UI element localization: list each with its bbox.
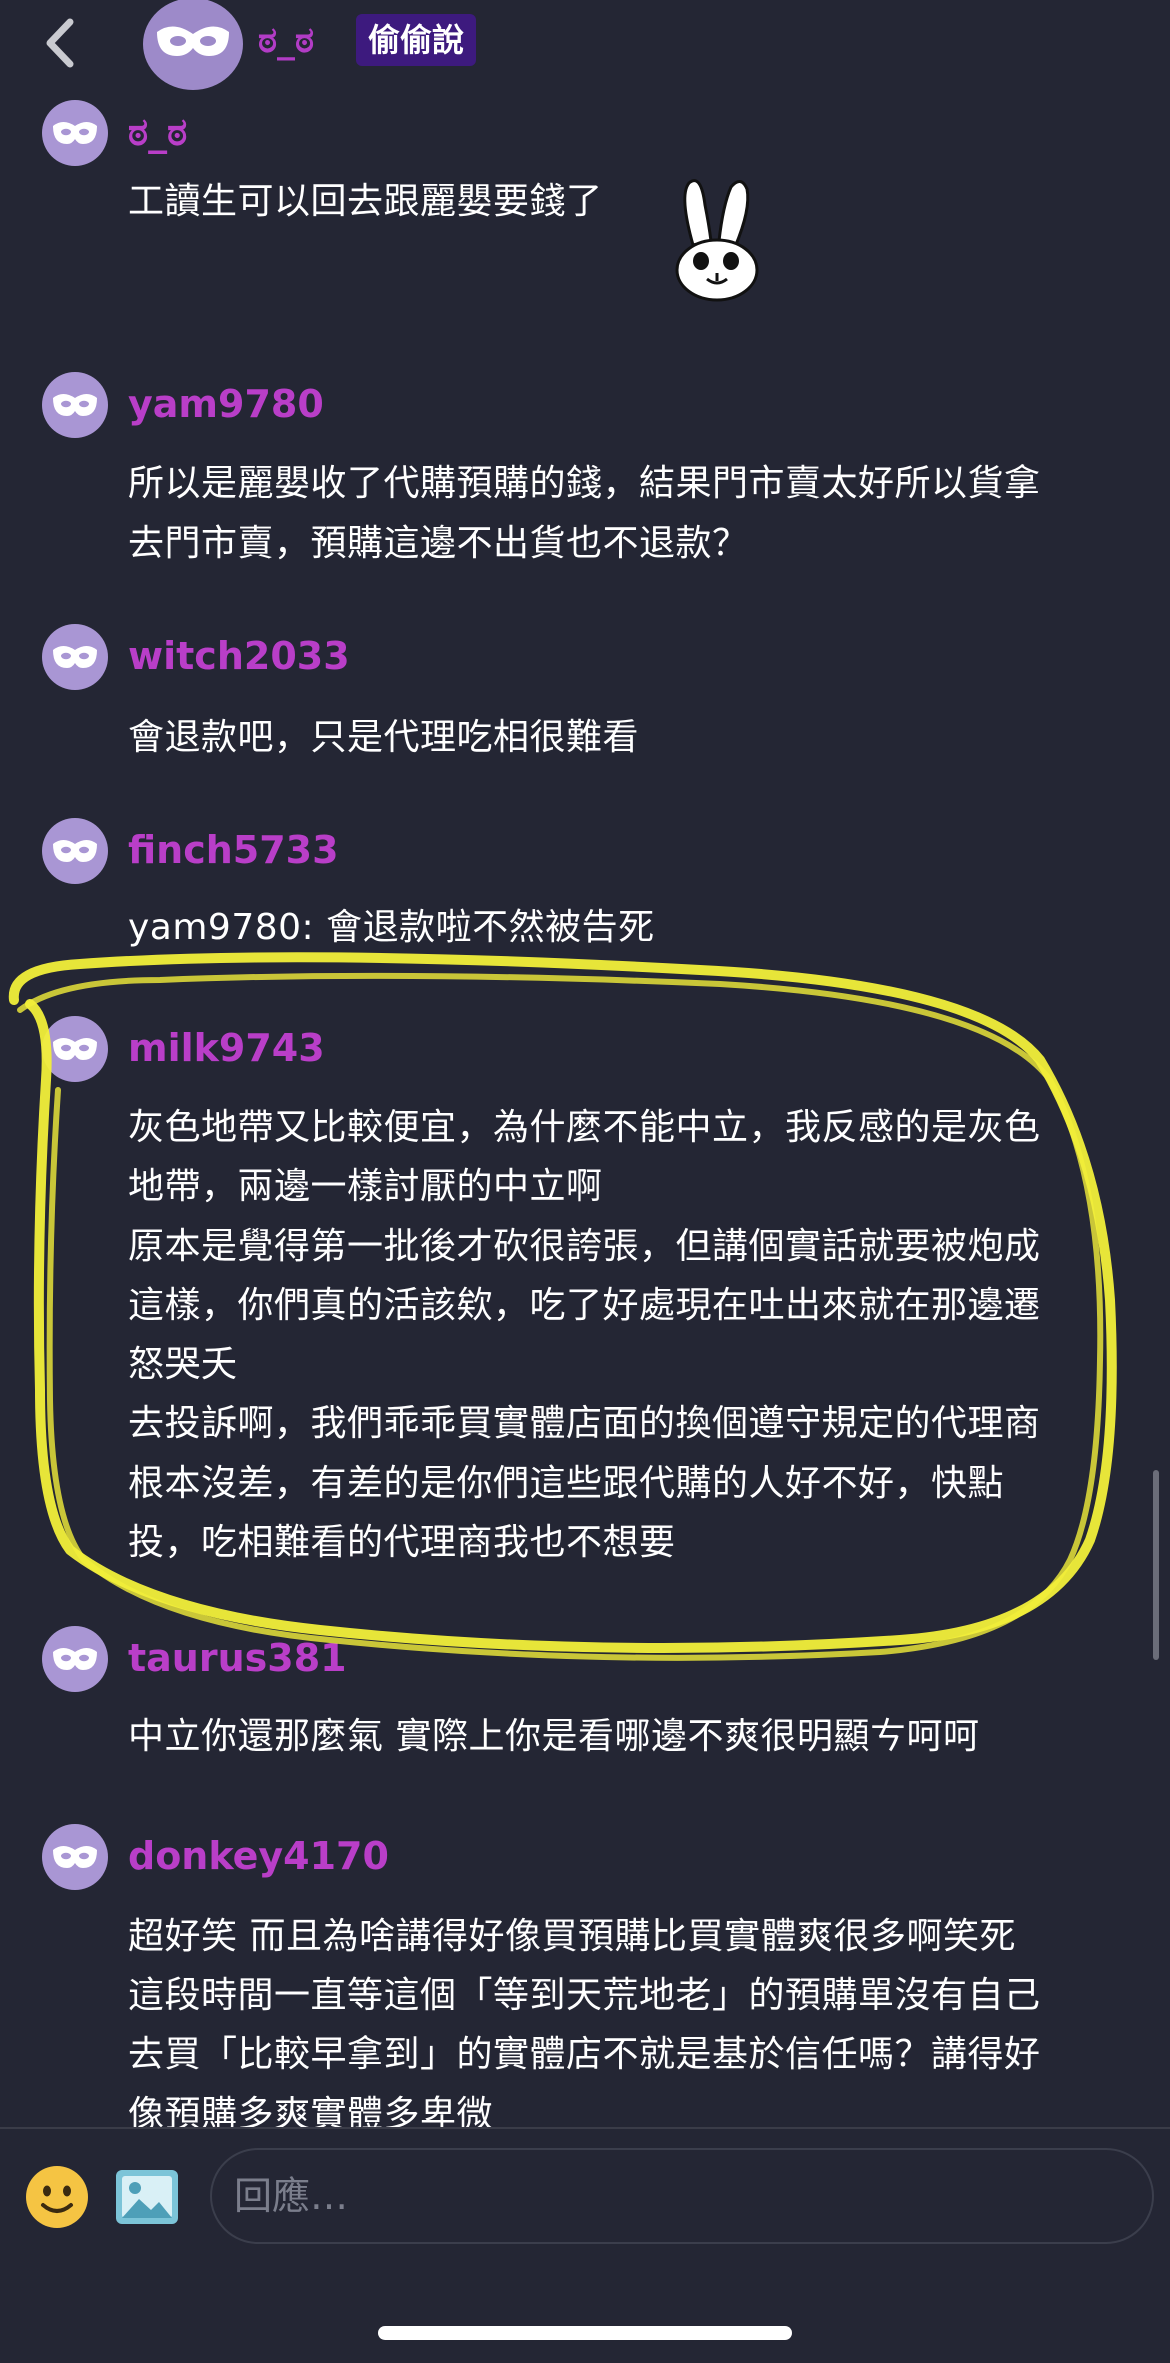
comment-text-line: 會退款吧，只是代理吃相很難看 — [128, 717, 640, 758]
comment-text-line: 所以是麗嬰收了代購預購的錢，結果門市賣太好所以貨拿 — [128, 463, 1041, 504]
comment-text-line: 這樣，你們真的活該欸，吃了好處現在吐出來就在那邊遷 — [128, 1285, 1041, 1326]
comment-username[interactable]: yam9780 — [128, 382, 324, 426]
user-avatar[interactable] — [42, 1626, 108, 1692]
comment-text-line: 這段時間一直等這個「等到天荒地老」的預購單沒有自己 — [128, 1975, 1041, 2016]
top-bar: ಠ_ಠ 偷偷說 — [0, 0, 1170, 98]
comment-text-line: 去門市賣，預購這邊不出貨也不退款？ — [128, 523, 749, 564]
comment-username[interactable]: ಠ_ಠ — [128, 110, 187, 155]
scrollbar[interactable] — [1153, 1470, 1159, 1660]
user-avatar[interactable] — [42, 1824, 108, 1890]
thread-avatar[interactable] — [143, 0, 243, 90]
comment-text-line: 中立你還那麼氣 實際上你是看哪邊不爽很明顯ㄘ呵呵 — [128, 1716, 980, 1757]
comment-username[interactable]: milk9743 — [128, 1026, 325, 1070]
image-icon[interactable] — [113, 2165, 181, 2229]
comment-text-line: 根本沒差，有差的是你們這些跟代購的人好不好，快點 — [128, 1463, 1005, 1504]
board-badge[interactable]: 偷偷說 — [356, 14, 477, 66]
home-indicator[interactable] — [378, 2326, 792, 2340]
comment-username[interactable]: witch2033 — [128, 634, 350, 678]
comment-text-line: 原本是覺得第一批後才砍很誇張，但講個實話就要被炮成 — [128, 1226, 1041, 1267]
comment-text-line: 投，吃相難看的代理商我也不想要 — [128, 1522, 676, 1563]
user-avatar[interactable] — [42, 1016, 108, 1082]
comment-text-line: 怒哭夭 — [128, 1344, 238, 1385]
back-icon[interactable] — [38, 14, 88, 72]
comment-text-line: 工讀生可以回去跟麗嬰要錢了 — [128, 181, 603, 222]
comment-text-line: 地帶，兩邊一樣討厭的中立啊 — [128, 1166, 603, 1207]
comment-username[interactable]: donkey4170 — [128, 1834, 389, 1878]
comment-text-line: 去投訴啊，我們乖乖買實體店面的換個遵守規定的代理商 — [128, 1403, 1041, 1444]
user-avatar[interactable] — [42, 372, 108, 438]
user-avatar[interactable] — [42, 100, 108, 166]
emoji-icon[interactable] — [25, 2165, 89, 2229]
bunny-sticker — [665, 175, 765, 305]
reply-input[interactable]: 回應… — [210, 2148, 1154, 2244]
comment-text-line: 超好笑 而且為啥講得好像買預購比買實體爽很多啊笑死 — [128, 1916, 1016, 1957]
user-avatar[interactable] — [42, 818, 108, 884]
composer-divider — [0, 2127, 1170, 2129]
comment-username[interactable]: taurus381 — [128, 1636, 347, 1680]
comment-text-line: yam9780: 會退款啦不然被告死 — [128, 907, 655, 948]
comment-username[interactable]: finch5733 — [128, 828, 339, 872]
comment-text-line: 灰色地帶又比較便宜，為什麼不能中立，我反感的是灰色 — [128, 1107, 1041, 1148]
comment-text-line: 去買「比較早拿到」的實體店不就是基於信任嗎？講得好 — [128, 2034, 1041, 2075]
user-avatar[interactable] — [42, 624, 108, 690]
thread-author-name[interactable]: ಠ_ಠ — [258, 20, 314, 62]
